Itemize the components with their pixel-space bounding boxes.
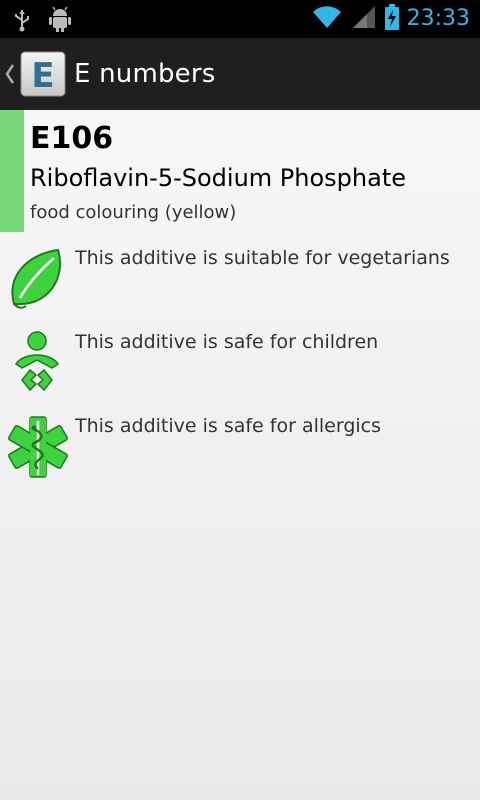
feature-text: This additive is suitable for vegetarian… <box>75 247 450 269</box>
child-icon <box>6 330 70 396</box>
usb-icon <box>12 8 32 36</box>
battery-charging-icon <box>384 4 399 34</box>
leaf-icon <box>6 246 70 312</box>
action-bar: E E numbers <box>0 38 480 110</box>
feature-vegetarian: This additive is suitable for vegetarian… <box>0 242 480 326</box>
additive-header: E106 Riboflavin-5-Sodium Phosphate food … <box>0 110 480 232</box>
feature-text: This additive is safe for children <box>75 331 379 353</box>
additive-category: food colouring (yellow) <box>30 202 237 223</box>
feature-allergics: This additive is safe for allergics <box>0 410 480 494</box>
app-logo-icon[interactable]: E <box>20 51 66 97</box>
signal-icon <box>351 4 377 34</box>
feature-children: This additive is safe for children <box>0 326 480 410</box>
status-clock: 23:33 <box>406 6 470 31</box>
feature-text: This additive is safe for allergics <box>75 415 382 437</box>
additive-code: E106 <box>30 121 114 156</box>
status-bar: 23:33 <box>0 0 480 38</box>
page-title: E numbers <box>74 59 216 89</box>
feature-list: This additive is suitable for vegetarian… <box>0 242 480 494</box>
android-debug-icon <box>48 6 72 37</box>
category-color-bar <box>0 110 24 232</box>
additive-name: Riboflavin-5-Sodium Phosphate <box>30 164 406 192</box>
wifi-icon <box>311 4 343 34</box>
up-chevron-icon[interactable] <box>4 62 16 90</box>
medical-star-icon <box>6 414 70 480</box>
additive-detail: E106 Riboflavin-5-Sodium Phosphate food … <box>0 110 480 800</box>
app-logo-letter: E <box>31 56 54 96</box>
